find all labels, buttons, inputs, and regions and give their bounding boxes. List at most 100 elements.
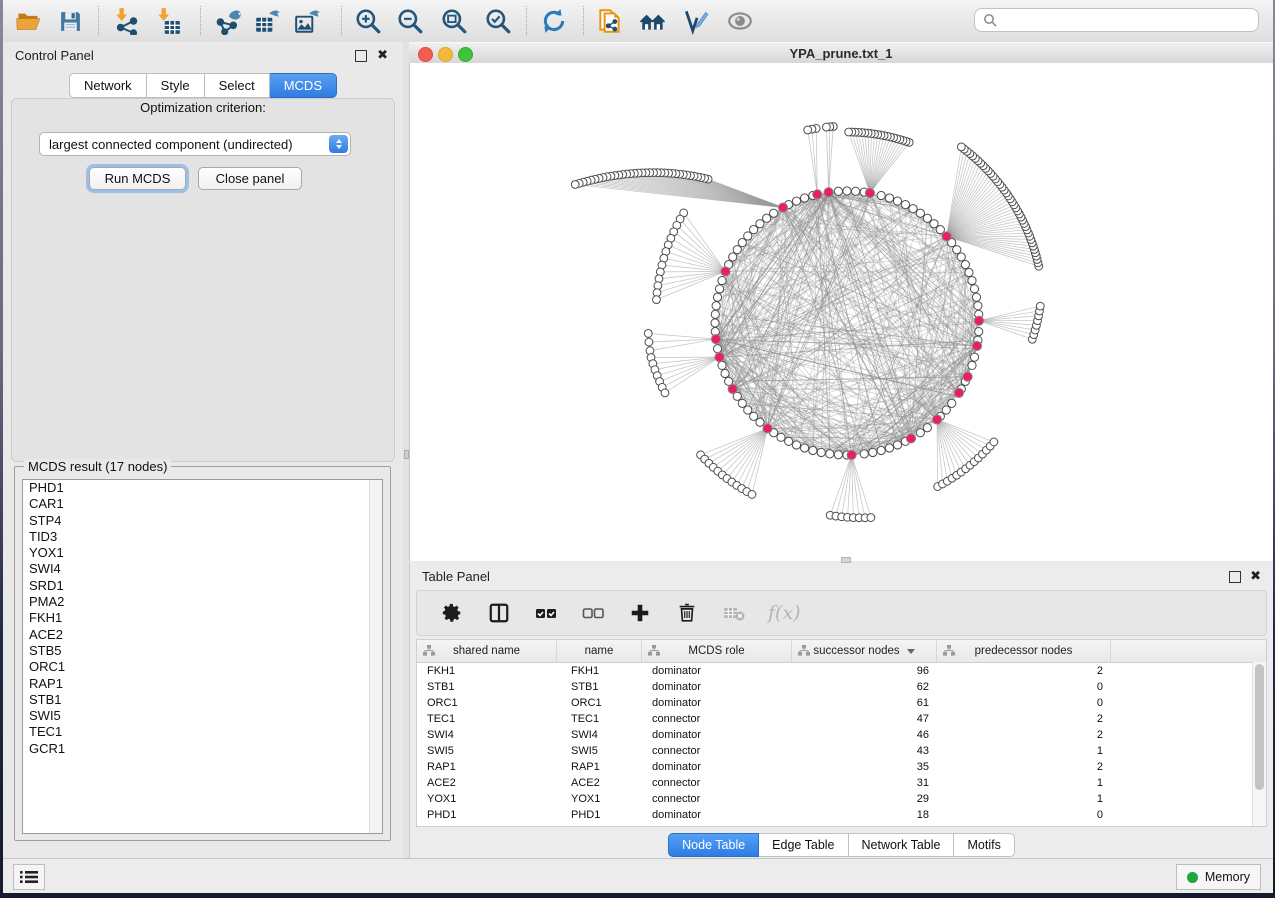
column-header-successor-nodes[interactable]: successor nodes [792,640,937,662]
zoom-selected-icon[interactable] [483,6,513,36]
mcds-result-list[interactable]: PHD1CAR1STP4TID3YOX1SWI4SRD1PMA2FKH1ACE2… [22,479,383,834]
tab-select[interactable]: Select [205,73,270,98]
table-row[interactable]: PHD1PHD1dominator180 [417,807,1266,823]
mcds-result-item[interactable]: GCR1 [23,741,382,757]
run-mcds-button[interactable]: Run MCDS [89,167,186,190]
mcds-result-item[interactable]: PHD1 [23,480,382,496]
select-all-rows-icon[interactable] [533,600,559,626]
export-table-icon[interactable] [253,6,283,36]
task-history-button[interactable] [13,864,45,890]
network-from-selection-icon[interactable] [595,6,625,36]
show-all-networks-icon[interactable] [638,6,668,36]
table-cell: 1 [937,793,1111,805]
table-cell: ORC1 [417,697,557,709]
table-row[interactable]: ACE2ACE2connector311 [417,775,1266,791]
table-cell: dominator [642,665,792,677]
mcds-result-item[interactable]: SWI4 [23,561,382,577]
tab-network-table[interactable]: Network Table [849,833,955,857]
mcds-result-item[interactable]: TEC1 [23,724,382,740]
table-row[interactable]: YOX1YOX1connector291 [417,791,1266,807]
zoom-out-icon[interactable] [395,6,425,36]
table-scrollbar[interactable] [1252,662,1266,826]
table-row[interactable]: SWI4SWI4dominator462 [417,727,1266,743]
mcds-result-item[interactable]: RAP1 [23,676,382,692]
table-header[interactable]: shared namenameMCDS rolesuccessor nodesp… [417,640,1266,663]
mcds-result-item[interactable]: STB1 [23,692,382,708]
import-network-file-icon[interactable] [111,6,141,36]
export-image-icon[interactable] [293,6,323,36]
table-cell: 2 [937,761,1111,773]
close-panel-icon[interactable]: ✖ [377,49,388,61]
table-row[interactable]: ORC1ORC1dominator610 [417,695,1266,711]
import-table-file-icon[interactable] [153,6,183,36]
tab-network[interactable]: Network [69,73,147,98]
mcds-result-item[interactable]: FKH1 [23,610,382,626]
delete-column-icon[interactable] [674,600,700,626]
birds-eye-view-icon[interactable] [725,6,755,36]
save-session-icon[interactable] [55,6,85,36]
table-settings-icon[interactable] [439,600,465,626]
toolbar-separator [200,6,201,35]
mcds-result-item[interactable]: PMA2 [23,594,382,610]
memory-button[interactable]: Memory [1176,864,1261,890]
split-panel-icon[interactable] [486,600,512,626]
global-search-field[interactable] [974,8,1259,32]
zoom-in-icon[interactable] [353,6,383,36]
table-cell: connector [642,793,792,805]
open-session-icon[interactable] [13,6,43,36]
network-canvas[interactable] [409,63,1273,561]
network-graph[interactable] [410,63,1275,561]
apply-preferred-layout-icon[interactable] [539,6,569,36]
export-network-icon[interactable] [214,6,244,36]
search-input[interactable] [1003,12,1250,28]
table-cell: YOX1 [557,793,642,805]
function-builder-icon[interactable]: f(x) [768,602,801,624]
table-row[interactable]: SWI5SWI5connector431 [417,743,1266,759]
tab-motifs[interactable]: Motifs [954,833,1014,857]
column-header-MCDS-role[interactable]: MCDS role [642,640,792,662]
close-panel-button[interactable]: Close panel [198,167,302,190]
zoom-fit-icon[interactable] [439,6,469,36]
mcds-result-item[interactable]: CAR1 [23,496,382,512]
mcds-result-item[interactable]: STP4 [23,513,382,529]
table-row[interactable]: FKH1FKH1dominator962 [417,663,1266,679]
mcds-result-item[interactable]: SWI5 [23,708,382,724]
delete-table-icon[interactable] [721,600,747,626]
mcds-result-item[interactable]: TID3 [23,529,382,545]
mcds-result-item[interactable]: ORC1 [23,659,382,675]
network-window-titlebar[interactable]: YPA_prune.txt_1 [409,42,1273,64]
add-column-icon[interactable] [627,600,653,626]
mcds-result-item[interactable]: ACE2 [23,627,382,643]
float-panel-icon[interactable] [1229,571,1241,583]
close-panel-icon[interactable]: ✖ [1250,570,1261,582]
table-row[interactable]: STB1STB1dominator620 [417,679,1266,695]
column-header-shared-name[interactable]: shared name [417,640,557,662]
criterion-dropdown[interactable]: largest connected component (undirected) [39,132,351,156]
table-panel: Table Panel ✖ [409,563,1273,858]
table-row[interactable]: TEC1TEC1connector472 [417,711,1266,727]
dropdown-arrows-icon [329,135,348,153]
column-header-name[interactable]: name [557,640,642,662]
table-body[interactable]: FKH1FKH1dominator962STB1STB1dominator620… [417,663,1266,823]
table-cell: 62 [792,681,937,693]
table-cell: 18 [792,809,937,821]
mcds-result-item[interactable]: SRD1 [23,578,382,594]
node-table[interactable]: shared namenameMCDS rolesuccessor nodesp… [416,639,1267,827]
column-header-predecessor-nodes[interactable]: predecessor nodes [937,640,1111,662]
scrollbar-thumb[interactable] [1255,664,1264,790]
table-cell: SWI4 [417,729,557,741]
tab-edge-table[interactable]: Edge Table [759,833,848,857]
table-cell: 0 [937,697,1111,709]
tab-node-table[interactable]: Node Table [668,833,759,857]
mcds-result-item[interactable]: YOX1 [23,545,382,561]
mcds-result-item[interactable]: STB5 [23,643,382,659]
table-row[interactable]: RAP1RAP1dominator352 [417,759,1266,775]
tab-mcds[interactable]: MCDS [270,73,337,98]
mcds-list-scrollbar[interactable] [369,480,382,833]
float-panel-icon[interactable] [355,50,367,62]
toggle-graphics-details-icon[interactable] [681,6,711,36]
splitter-handle[interactable] [404,450,409,459]
deselect-all-rows-icon[interactable] [580,600,606,626]
hierarchy-icon [943,645,955,656]
tab-style[interactable]: Style [147,73,205,98]
